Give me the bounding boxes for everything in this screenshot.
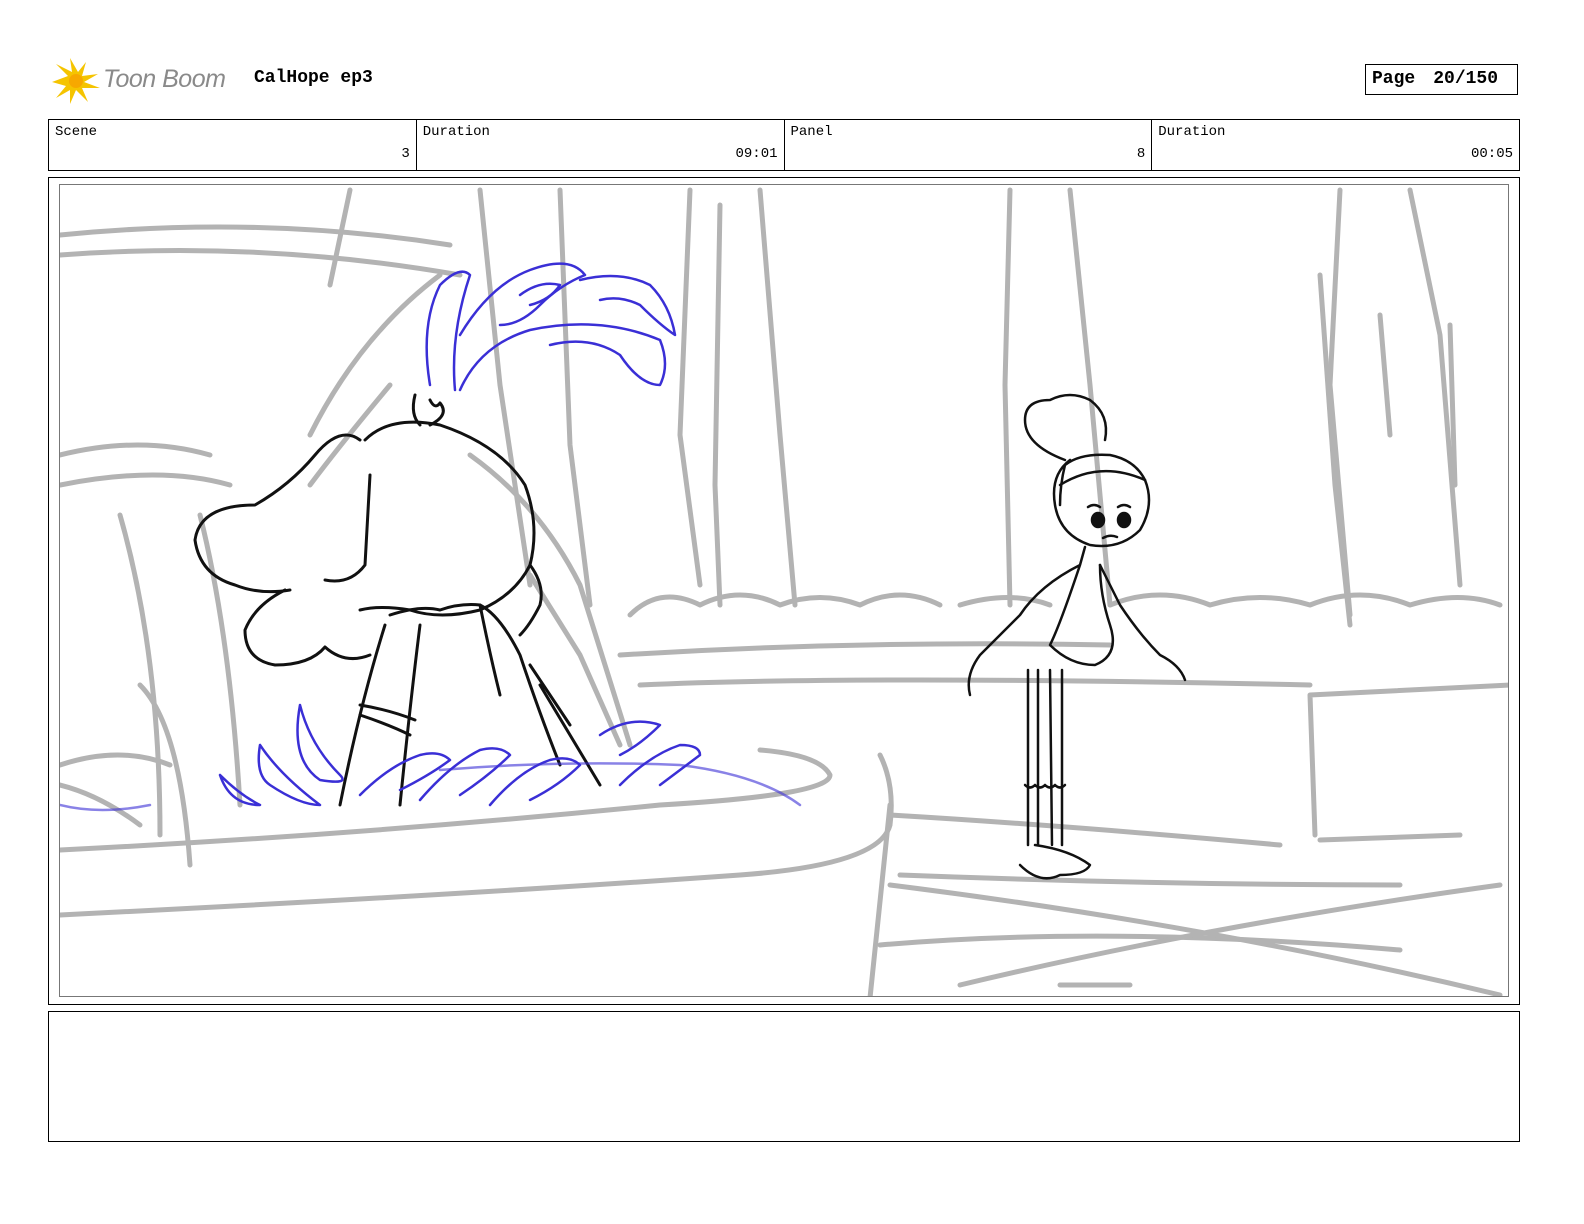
scene-duration-value: 09:01 (735, 146, 778, 162)
panel-label: Panel (790, 124, 833, 140)
character-in-fountain (193, 393, 602, 807)
page-label: Page (1372, 69, 1416, 89)
logo-wordmark: Toon Boom (103, 65, 226, 93)
scene-duration-cell: Duration 09:01 (417, 120, 785, 170)
page-indicator: Page 20/150 (1365, 64, 1518, 95)
panel-image (59, 184, 1509, 997)
panel-duration-value: 00:05 (1470, 146, 1513, 162)
starburst-icon (52, 58, 100, 104)
panel-duration-cell: Duration 00:05 (1152, 120, 1519, 170)
scene-duration-label: Duration (422, 124, 490, 140)
water-splash (60, 262, 802, 812)
page-number: 20/150 (1433, 69, 1499, 89)
storyboard-sketch-drawing (60, 187, 1508, 996)
toon-boom-logo: Toon Boom (48, 56, 238, 108)
panel-frame (48, 177, 1520, 1005)
scene-label: Scene (55, 124, 98, 140)
panel-info-row: Scene 3 Duration 09:01 Panel 8 Duration … (48, 119, 1520, 171)
panel-cell: Panel 8 (785, 120, 1153, 170)
standing-character (967, 393, 1187, 880)
scene-cell: Scene 3 (49, 120, 417, 170)
storyboard-header: Toon Boom CalHope ep3 Page 20/150 (48, 52, 1520, 106)
panel-duration-label: Duration (1158, 124, 1226, 140)
scene-value: 3 (401, 146, 410, 162)
panel-value: 8 (1136, 146, 1146, 162)
panel-notes-box (48, 1011, 1520, 1142)
project-title: CalHope ep3 (254, 68, 373, 88)
